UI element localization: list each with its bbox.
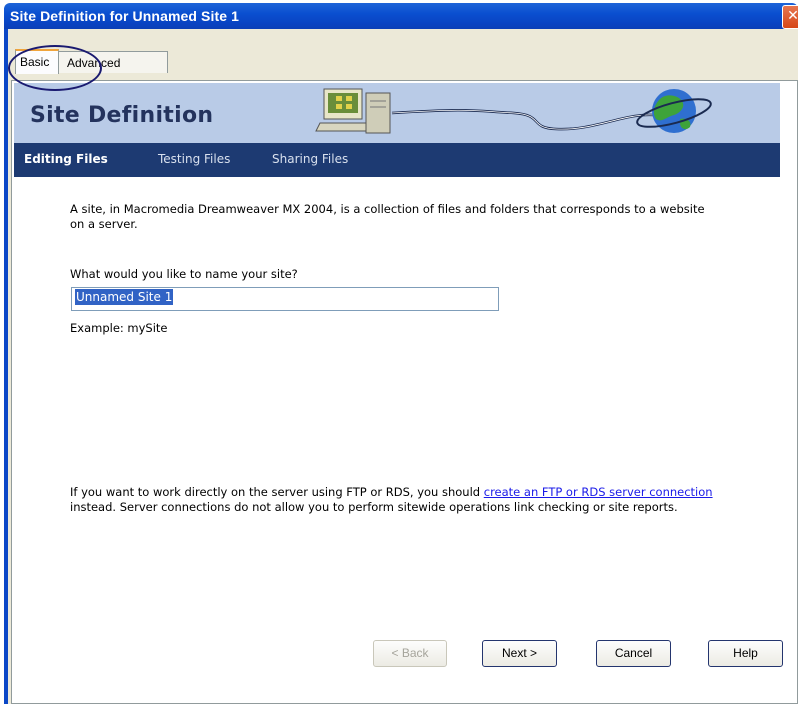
wizard-content: A site, in Macromedia Dreamweaver MX 200… [12, 177, 797, 697]
close-button[interactable]: ✕ [782, 5, 798, 29]
cancel-button[interactable]: Cancel [596, 640, 671, 667]
help-button[interactable]: Help [708, 640, 783, 667]
server-connection-text: If you want to work directly on the serv… [70, 485, 730, 515]
site-definition-window: Site Definition for Unnamed Site 1 ✕ Adv… [0, 0, 798, 704]
computer-globe-illustration [315, 88, 712, 134]
site-name-label: What would you like to name your site? [70, 267, 298, 281]
banner-title: Site Definition [30, 103, 214, 128]
basic-panel: Site Definition Editing Files Testing Fi… [11, 80, 798, 704]
server-text-before: If you want to work directly on the serv… [70, 485, 484, 499]
site-definition-banner: Site Definition [14, 83, 780, 143]
tab-basic-label: Basic [20, 55, 50, 69]
next-button[interactable]: Next > [482, 640, 557, 667]
globe-icon [636, 89, 712, 133]
computer-icon [315, 88, 391, 134]
window-title: Site Definition for Unnamed Site 1 [10, 8, 239, 24]
tab-advanced-label: Advanced [67, 56, 121, 70]
back-button[interactable]: < Back [373, 640, 447, 667]
nav-testing-files[interactable]: Testing Files [158, 152, 230, 166]
wizard-section-nav: Editing Files Testing Files Sharing File… [14, 143, 780, 177]
nav-editing-files[interactable]: Editing Files [24, 152, 108, 166]
dialog-body: Advanced Basic Site Definition Editing F… [8, 29, 798, 704]
tab-advanced[interactable]: Advanced [58, 51, 168, 73]
ftp-rds-connection-link[interactable]: create an FTP or RDS server connection [484, 485, 713, 499]
server-text-after: instead. Server connections do not allow… [70, 500, 678, 514]
tab-basic[interactable]: Basic [15, 49, 59, 74]
intro-text: A site, in Macromedia Dreamweaver MX 200… [70, 202, 705, 231]
site-name-example: Example: mySite [70, 321, 168, 335]
title-bar[interactable]: Site Definition for Unnamed Site 1 ✕ [4, 3, 798, 29]
close-icon: ✕ [787, 8, 798, 24]
site-name-input[interactable]: Unnamed Site 1 [71, 287, 499, 311]
site-name-value: Unnamed Site 1 [75, 289, 174, 305]
nav-sharing-files[interactable]: Sharing Files [272, 152, 348, 166]
